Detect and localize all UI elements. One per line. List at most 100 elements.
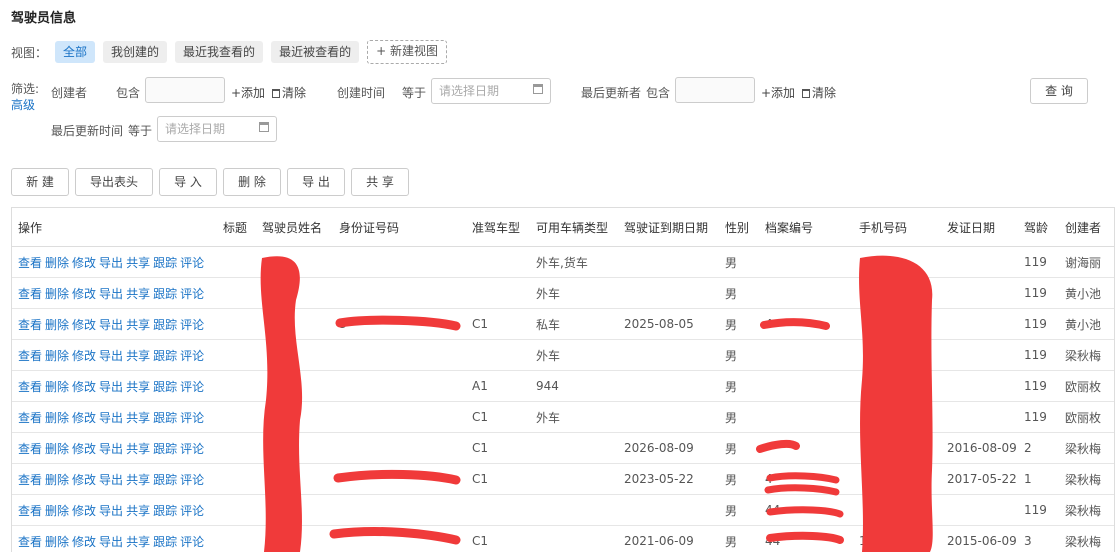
last-updater-input[interactable] <box>675 77 755 103</box>
row-action-track-link[interactable]: 跟踪 <box>153 318 177 332</box>
new-view-button[interactable]: + 新建视图 <box>367 40 447 64</box>
row-action-comment-link[interactable]: 评论 <box>180 349 204 363</box>
creator-input[interactable] <box>145 77 225 103</box>
row-action-delete-link[interactable]: 删除 <box>45 504 69 518</box>
row-action-edit-link[interactable]: 修改 <box>72 473 96 487</box>
table-row: 查看 删除 修改 导出 共享 跟踪 评论 C1 2023-05-22 男 4 2017-05-22 1 梁… <box>12 463 1114 495</box>
view-tab-all[interactable]: 全部 <box>55 41 96 63</box>
create-time-date-input[interactable]: 请选择日期 <box>431 78 551 104</box>
row-action-delete-link[interactable]: 删除 <box>45 380 69 394</box>
row-action-export-link[interactable]: 导出 <box>99 411 123 425</box>
table-row: 查看 删除 修改 导出 共享 跟踪 评论 C1 2021-06-09 男 44 1 2015-06-09… <box>12 525 1114 552</box>
row-action-comment-link[interactable]: 评论 <box>180 535 204 549</box>
advanced-filter-link[interactable]: 高级 <box>11 96 35 113</box>
row-action-track-link[interactable]: 跟踪 <box>153 504 177 518</box>
row-action-view-link[interactable]: 查看 <box>18 504 42 518</box>
export-button[interactable]: 导 出 <box>287 168 345 196</box>
row-action-track-link[interactable]: 跟踪 <box>153 380 177 394</box>
cell-title <box>217 401 256 433</box>
row-action-share-link[interactable]: 共享 <box>126 535 150 549</box>
row-action-delete-link[interactable]: 删除 <box>45 411 69 425</box>
row-action-export-link[interactable]: 导出 <box>99 349 123 363</box>
row-action-view-link[interactable]: 查看 <box>18 535 42 549</box>
row-action-view-link[interactable]: 查看 <box>18 380 42 394</box>
last-updater-clear-link[interactable]: 清除 <box>802 84 836 101</box>
row-action-comment-link[interactable]: 评论 <box>180 504 204 518</box>
row-action-export-link[interactable]: 导出 <box>99 535 123 549</box>
row-action-share-link[interactable]: 共享 <box>126 318 150 332</box>
creator-add-link[interactable]: +添加 <box>231 84 265 101</box>
row-action-delete-link[interactable]: 删除 <box>45 473 69 487</box>
row-action-edit-link[interactable]: 修改 <box>72 349 96 363</box>
row-action-track-link[interactable]: 跟踪 <box>153 256 177 270</box>
row-action-comment-link[interactable]: 评论 <box>180 442 204 456</box>
row-action-share-link[interactable]: 共享 <box>126 349 150 363</box>
row-action-edit-link[interactable]: 修改 <box>72 411 96 425</box>
row-action-delete-link[interactable]: 删除 <box>45 349 69 363</box>
row-action-edit-link[interactable]: 修改 <box>72 318 96 332</box>
cell-driver-name <box>256 525 333 552</box>
export-header-button[interactable]: 导出表头 <box>75 168 153 196</box>
new-button[interactable]: 新 建 <box>11 168 69 196</box>
row-action-share-link[interactable]: 共享 <box>126 473 150 487</box>
row-action-delete-link[interactable]: 删除 <box>45 535 69 549</box>
row-action-comment-link[interactable]: 评论 <box>180 318 204 332</box>
row-action-view-link[interactable]: 查看 <box>18 256 42 270</box>
row-action-export-link[interactable]: 导出 <box>99 504 123 518</box>
row-action-delete-link[interactable]: 删除 <box>45 256 69 270</box>
row-action-edit-link[interactable]: 修改 <box>72 504 96 518</box>
row-action-view-link[interactable]: 查看 <box>18 411 42 425</box>
row-action-track-link[interactable]: 跟踪 <box>153 287 177 301</box>
row-action-track-link[interactable]: 跟踪 <box>153 442 177 456</box>
view-tab-recent-viewed-by[interactable]: 最近被查看的 <box>271 41 360 63</box>
share-button[interactable]: 共 享 <box>351 168 409 196</box>
row-action-share-link[interactable]: 共享 <box>126 411 150 425</box>
row-action-comment-link[interactable]: 评论 <box>180 380 204 394</box>
row-action-view-link[interactable]: 查看 <box>18 473 42 487</box>
row-action-share-link[interactable]: 共享 <box>126 287 150 301</box>
row-action-track-link[interactable]: 跟踪 <box>153 349 177 363</box>
view-tab-mine[interactable]: 我创建的 <box>103 41 168 63</box>
last-update-time-date-input[interactable]: 请选择日期 <box>157 116 277 142</box>
row-action-comment-link[interactable]: 评论 <box>180 411 204 425</box>
row-action-export-link[interactable]: 导出 <box>99 442 123 456</box>
row-action-delete-link[interactable]: 删除 <box>45 318 69 332</box>
row-action-share-link[interactable]: 共享 <box>126 380 150 394</box>
row-action-comment-link[interactable]: 评论 <box>180 256 204 270</box>
row-action-view-link[interactable]: 查看 <box>18 318 42 332</box>
row-action-edit-link[interactable]: 修改 <box>72 380 96 394</box>
table-row: 查看 删除 修改 导出 共享 跟踪 评论 A1 944 男 119 欧丽枚 <box>12 370 1114 402</box>
row-action-export-link[interactable]: 导出 <box>99 287 123 301</box>
row-action-export-link[interactable]: 导出 <box>99 256 123 270</box>
cell-license-expiry <box>618 277 719 309</box>
row-action-share-link[interactable]: 共享 <box>126 442 150 456</box>
trash-icon <box>802 89 810 98</box>
row-action-edit-link[interactable]: 修改 <box>72 442 96 456</box>
view-tab-recent-viewed[interactable]: 最近我查看的 <box>175 41 264 63</box>
row-action-export-link[interactable]: 导出 <box>99 380 123 394</box>
row-action-view-link[interactable]: 查看 <box>18 442 42 456</box>
query-button[interactable]: 查 询 <box>1030 78 1088 104</box>
col-license-expiry: 驾驶证到期日期 <box>618 208 719 247</box>
row-action-view-link[interactable]: 查看 <box>18 287 42 301</box>
row-action-edit-link[interactable]: 修改 <box>72 287 96 301</box>
delete-button[interactable]: 删 除 <box>223 168 281 196</box>
row-action-edit-link[interactable]: 修改 <box>72 256 96 270</box>
row-action-export-link[interactable]: 导出 <box>99 318 123 332</box>
row-action-delete-link[interactable]: 删除 <box>45 442 69 456</box>
row-action-share-link[interactable]: 共享 <box>126 256 150 270</box>
row-action-track-link[interactable]: 跟踪 <box>153 411 177 425</box>
row-action-comment-link[interactable]: 评论 <box>180 287 204 301</box>
import-button[interactable]: 导 入 <box>159 168 217 196</box>
row-action-track-link[interactable]: 跟踪 <box>153 473 177 487</box>
row-action-comment-link[interactable]: 评论 <box>180 473 204 487</box>
creator-clear-link[interactable]: 清除 <box>272 84 306 101</box>
row-action-track-link[interactable]: 跟踪 <box>153 535 177 549</box>
row-action-export-link[interactable]: 导出 <box>99 473 123 487</box>
last-updater-add-link[interactable]: +添加 <box>761 84 795 101</box>
row-action-view-link[interactable]: 查看 <box>18 349 42 363</box>
cell-creator: 梁秋梅 <box>1059 494 1114 526</box>
row-action-edit-link[interactable]: 修改 <box>72 535 96 549</box>
row-action-share-link[interactable]: 共享 <box>126 504 150 518</box>
row-action-delete-link[interactable]: 删除 <box>45 287 69 301</box>
